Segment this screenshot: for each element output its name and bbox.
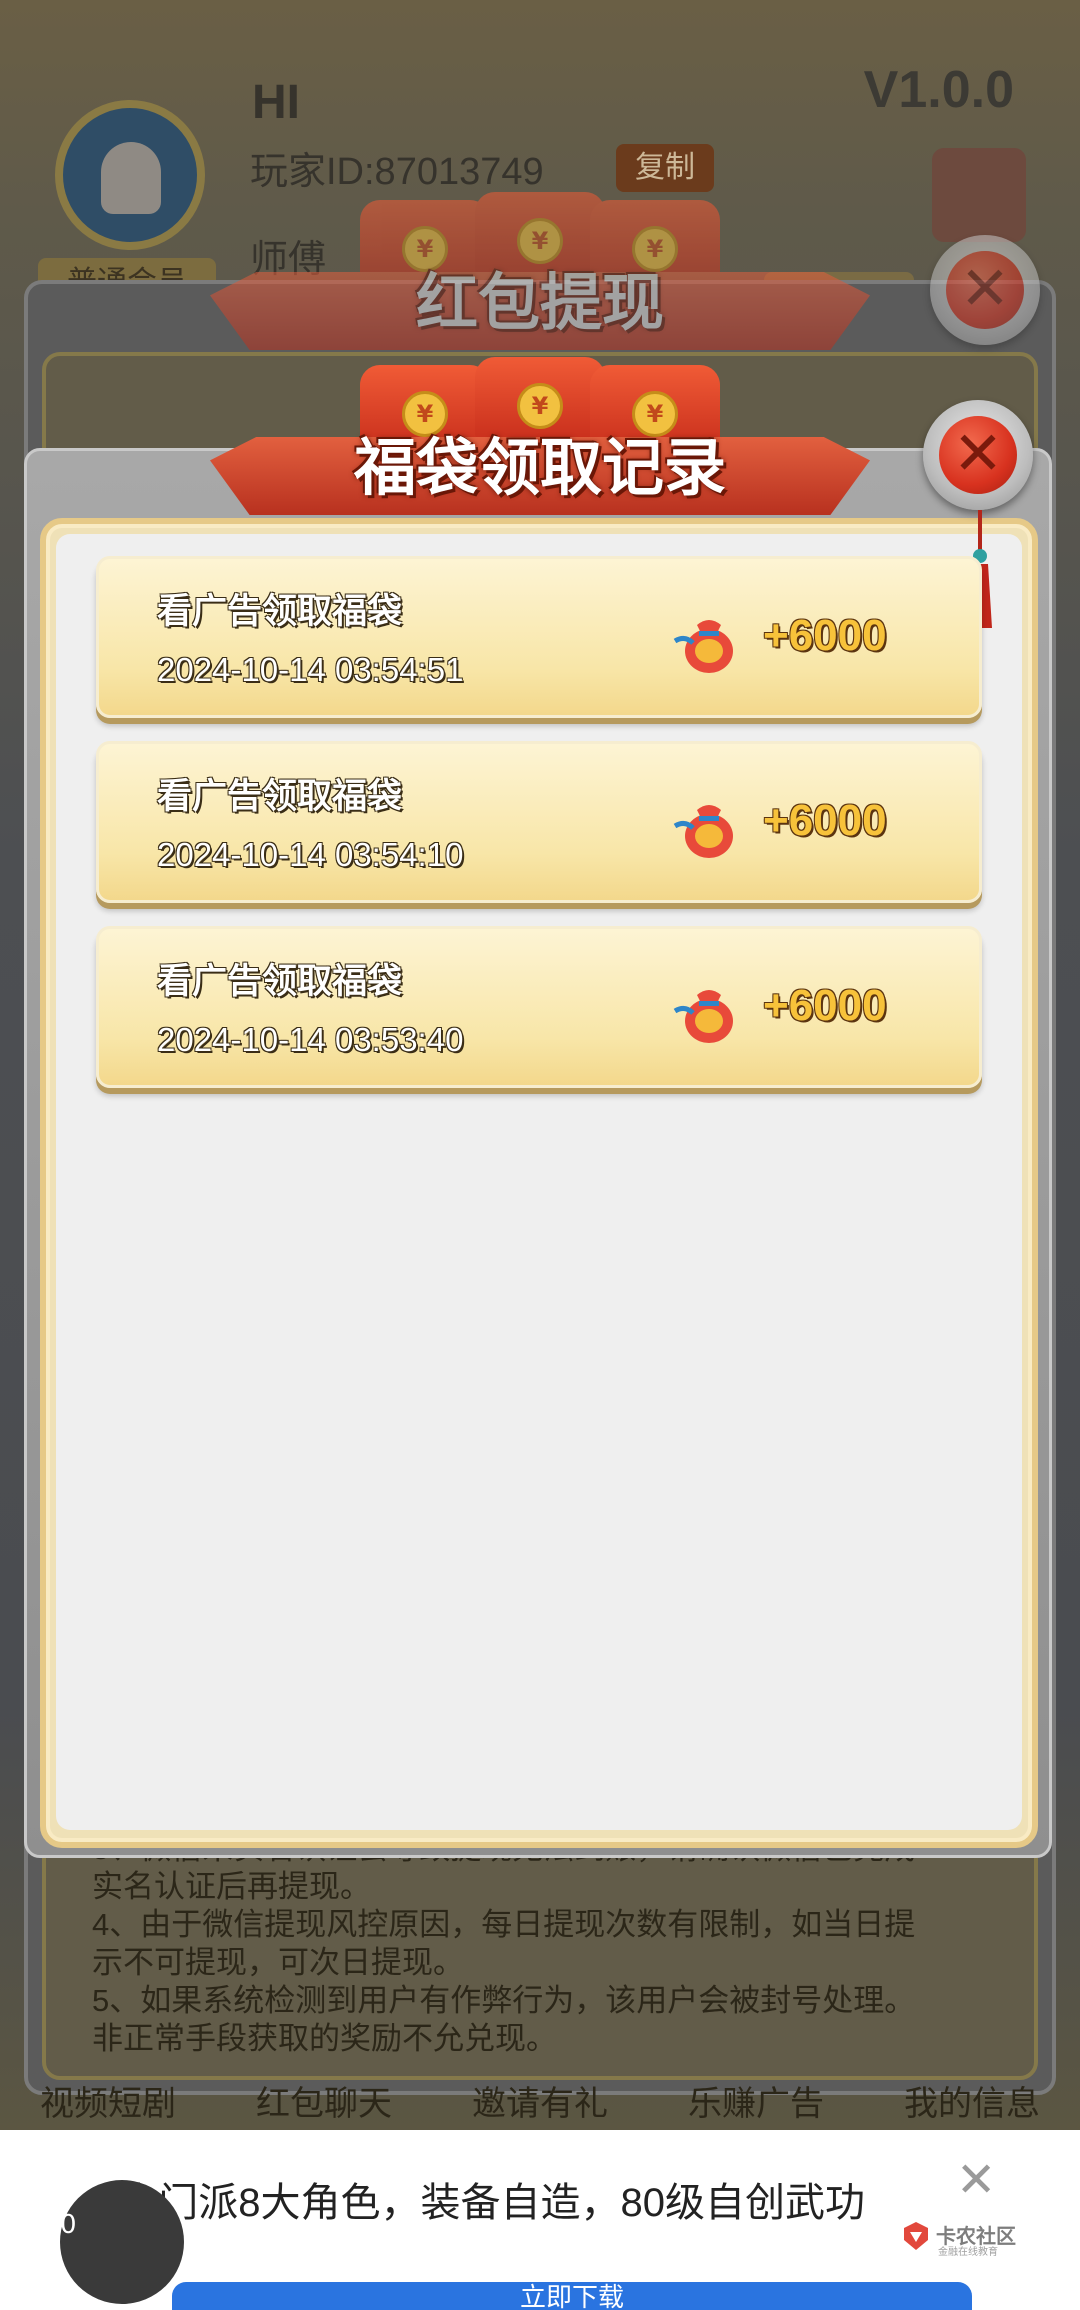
withdraw-rules: 3、微信未实名认证会导致提现无法到账，请确认微信已完成 实名认证后再提现。 4、… (92, 1830, 1012, 2058)
withdraw-title: 红包提现 (415, 266, 664, 339)
record-time: 2024-10-14 03:54:51 (157, 651, 464, 688)
customer-service-icon[interactable] (932, 148, 1026, 242)
record-item: 看广告领取福袋 2024-10-14 03:54:51 +6000 (96, 556, 982, 718)
ad-download-button[interactable]: 立即下载 (172, 2282, 972, 2310)
ad-close-icon[interactable]: ✕ (956, 2156, 996, 2204)
record-item: 看广告领取福袋 2024-10-14 03:54:10 +6000 (96, 741, 982, 903)
lucky-bag-icon (673, 620, 733, 673)
watermark-logo: 卡农社区 金融在线教育 (900, 2216, 1020, 2258)
record-title: 看广告领取福袋 (157, 592, 403, 631)
greeting: HI (252, 76, 300, 129)
rule-line: 4、由于微信提现风控原因，每日提现次数有限制，如当日提 (92, 1907, 916, 1942)
bottom-tab-bar: 视频短剧 红包聊天 邀请有礼 乐赚广告 我的信息 (0, 2070, 1080, 2130)
record-title: 看广告领取福袋 (157, 777, 403, 816)
ghost-avatar-icon (101, 142, 161, 214)
player-id: 玩家ID:87013749 (250, 151, 544, 193)
ad-thumbnail[interactable]: 0 (60, 2180, 184, 2304)
lucky-bag-icon (673, 990, 733, 1043)
rule-line: 示不可提现，可次日提现。 (92, 1945, 464, 1980)
copy-id-button[interactable]: 复制 (616, 144, 714, 192)
close-icon: ✕ (939, 416, 1017, 494)
ad-text[interactable]: 4大门派8大角色，装备自造，80级自创武功 (96, 2170, 865, 2228)
close-icon: ✕ (946, 251, 1024, 329)
tab-ads[interactable]: 乐赚广告 (688, 2076, 824, 2125)
player-avatar[interactable] (55, 100, 205, 250)
withdraw-banner: ¥ ¥ ¥ 红包提现 (210, 192, 870, 350)
record-amount: +6000 (763, 981, 887, 1030)
record-item: 看广告领取福袋 2024-10-14 03:53:40 +6000 (96, 926, 982, 1088)
withdraw-close-button[interactable]: ✕ (930, 235, 1040, 345)
tab-invite[interactable]: 邀请有礼 (472, 2076, 608, 2125)
rule-line: 非正常手段获取的奖励不允兑现。 (92, 2021, 557, 2056)
lucky-bag-icon (673, 805, 733, 858)
kanong-logo-icon (904, 2222, 928, 2250)
record-list: 看广告领取福袋 2024-10-14 03:54:51 +6000 看广告领取福… (96, 556, 982, 1111)
dialog-banner: ¥ ¥ ¥ 福袋领取记录 (210, 357, 870, 515)
dialog-title: 福袋领取记录 (353, 431, 726, 504)
rule-line: 5、如果系统检测到用户有作弊行为，该用户会被封号处理。 (92, 1983, 916, 2018)
record-amount: +6000 (763, 796, 887, 845)
dialog-close-button[interactable]: ✕ (923, 400, 1033, 510)
tab-red-packet-chat[interactable]: 红包聊天 (256, 2076, 392, 2125)
tab-my-info[interactable]: 我的信息 (904, 2076, 1040, 2125)
record-time: 2024-10-14 03:54:10 (157, 836, 464, 873)
record-amount: +6000 (763, 611, 887, 660)
version-label: V1.0.0 (863, 61, 1014, 119)
record-time: 2024-10-14 03:53:40 (157, 1021, 464, 1058)
tab-video-drama[interactable]: 视频短剧 (40, 2076, 176, 2125)
watermark-subtitle: 金融在线教育 (938, 2247, 998, 2258)
rule-line: 实名认证后再提现。 (92, 1869, 371, 1904)
record-title: 看广告领取福袋 (157, 962, 403, 1001)
